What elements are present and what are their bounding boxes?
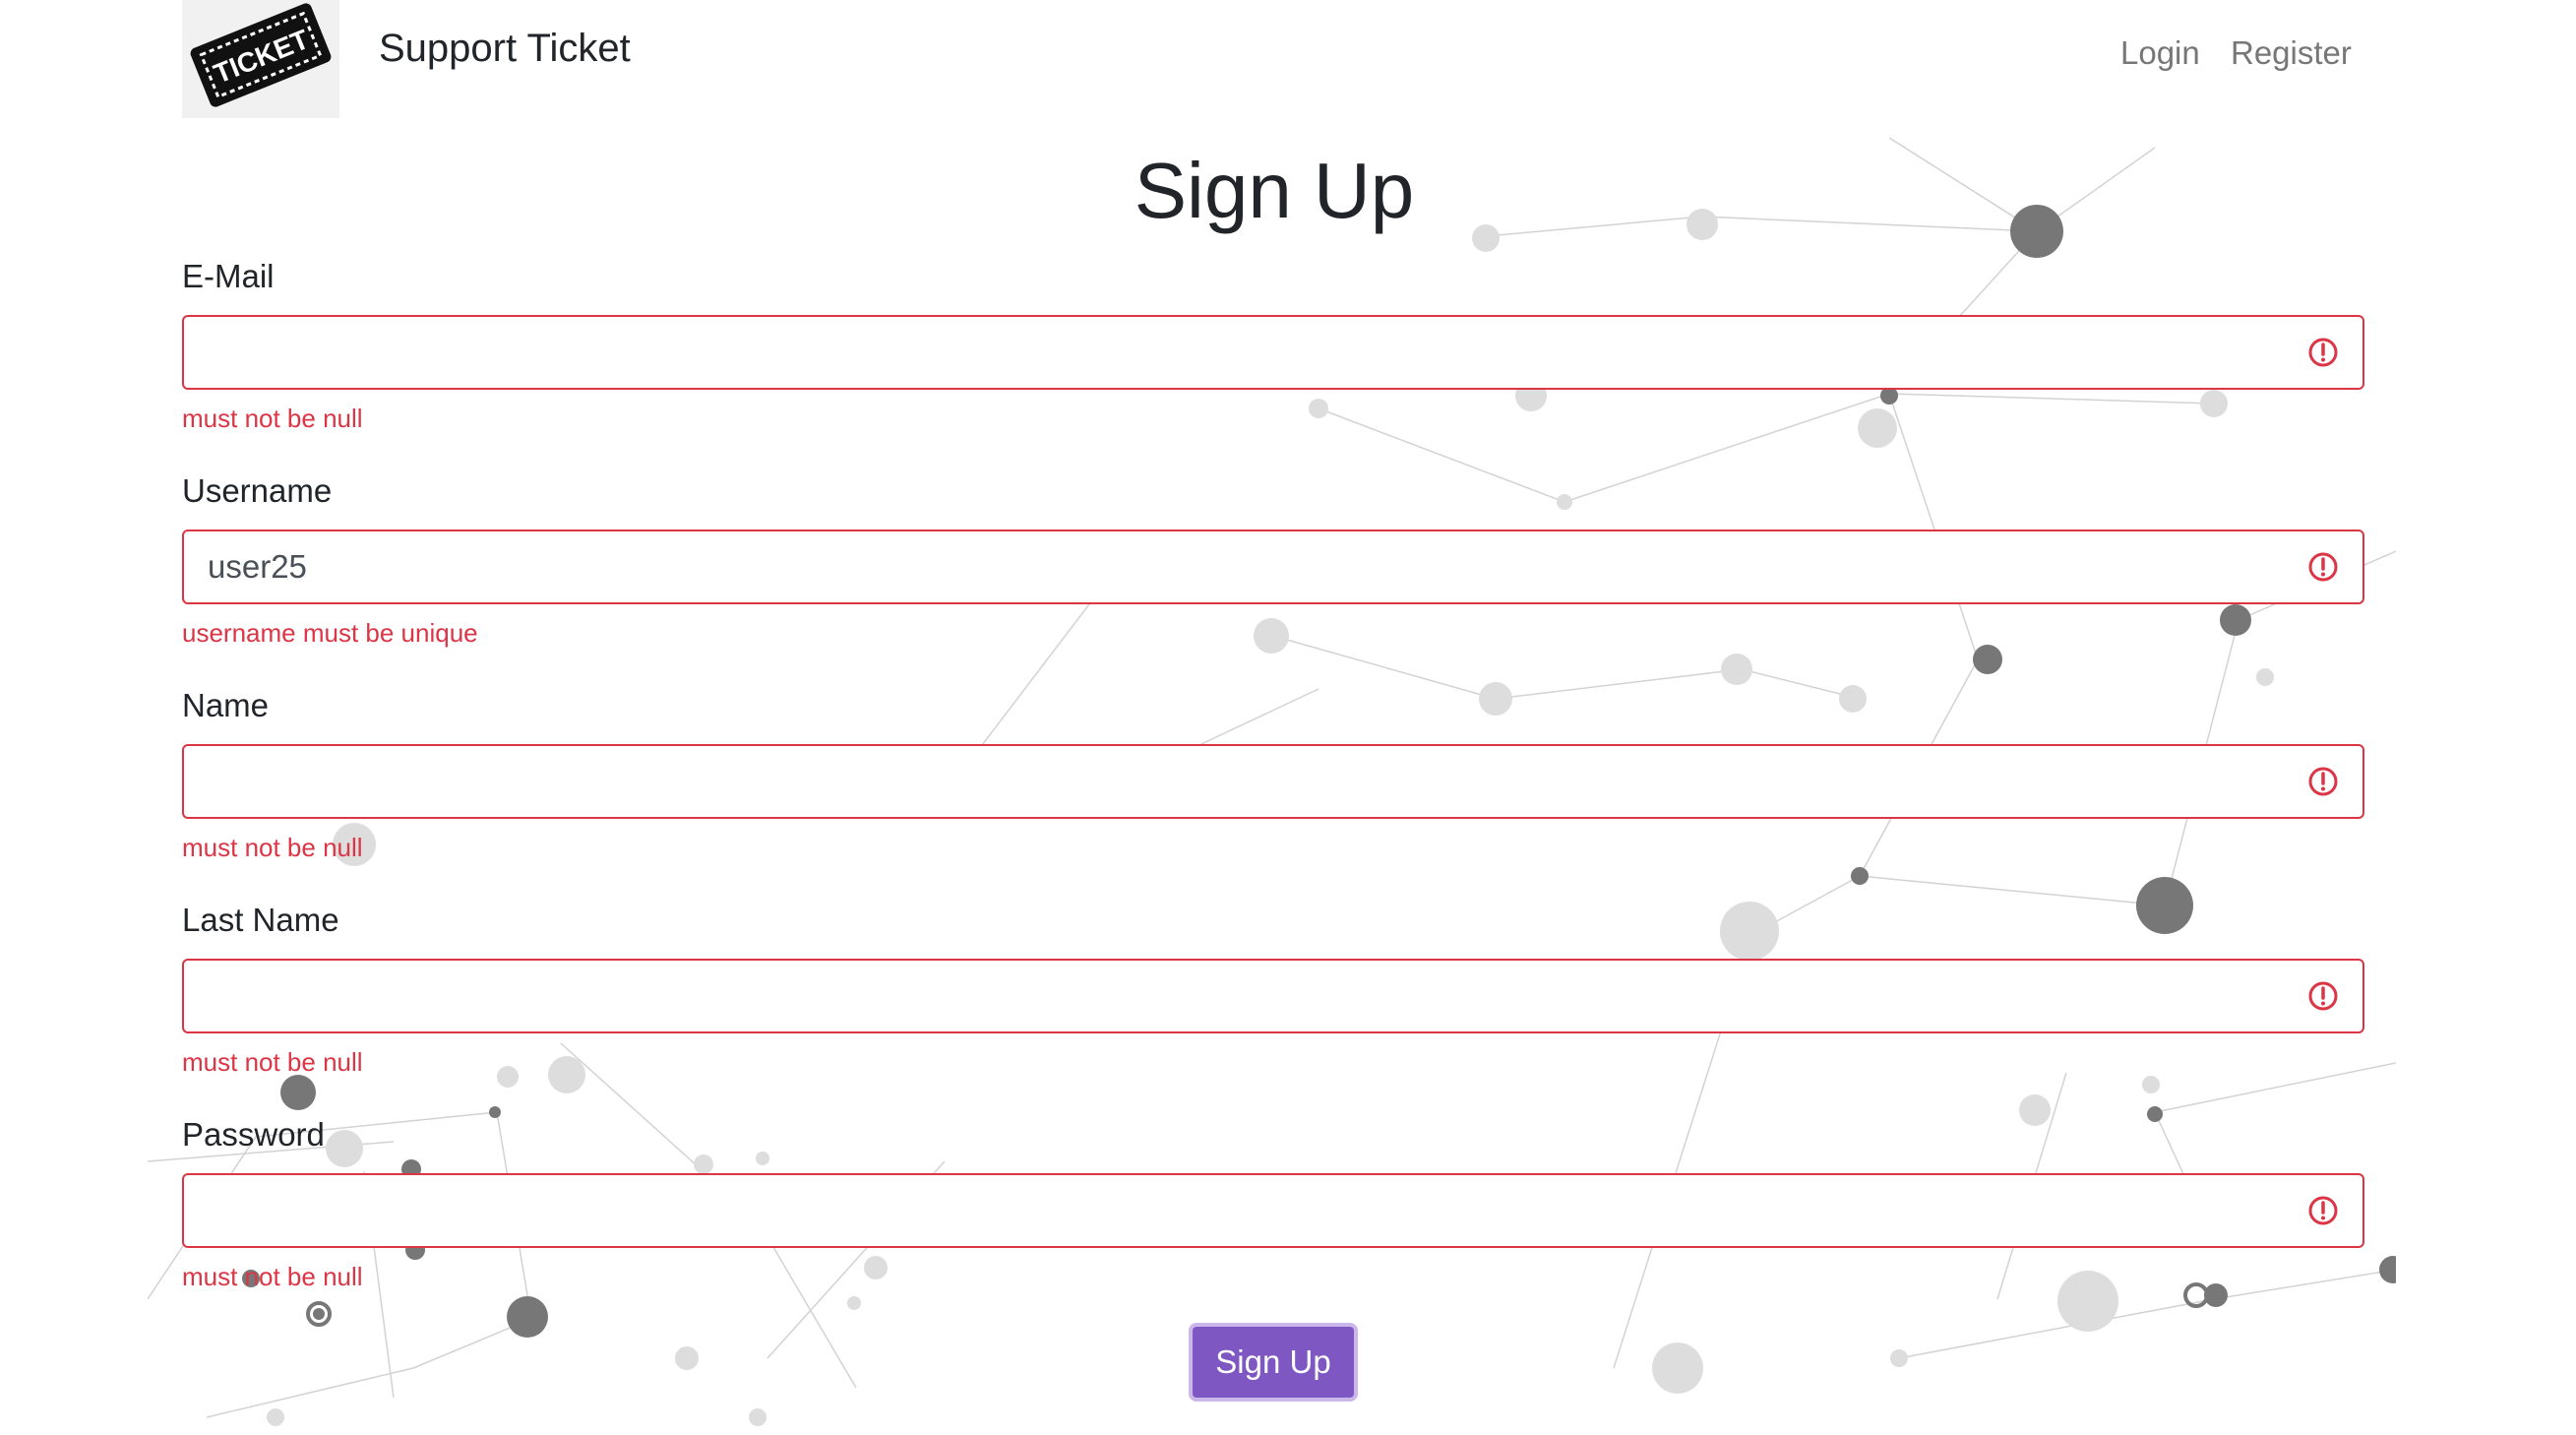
ticket-logo[interactable]: TICKET xyxy=(182,0,339,118)
username-input[interactable] xyxy=(182,530,2364,604)
username-group: Username username must be unique xyxy=(182,470,2364,649)
exclamation-circle-icon xyxy=(2308,552,2338,582)
last-name-group: Last Name must not be null xyxy=(182,900,2364,1078)
name-error: must not be null xyxy=(182,833,363,862)
password-label: Password xyxy=(182,1116,325,1153)
name-input-wrap xyxy=(182,744,2364,819)
nav-register-link[interactable]: Register xyxy=(2231,34,2352,72)
exclamation-circle-icon xyxy=(2308,981,2338,1011)
email-label: E-Mail xyxy=(182,258,275,294)
username-label: Username xyxy=(182,472,333,509)
username-input-wrap xyxy=(182,530,2364,604)
email-input-wrap xyxy=(182,315,2364,390)
nav-login-link[interactable]: Login xyxy=(2120,34,2200,72)
password-input-wrap xyxy=(182,1173,2364,1248)
password-input[interactable] xyxy=(182,1173,2364,1248)
exclamation-circle-icon xyxy=(2308,1196,2338,1225)
exclamation-circle-icon xyxy=(2308,767,2338,796)
ticket-icon: TICKET xyxy=(190,3,332,107)
last-name-input[interactable] xyxy=(182,959,2364,1033)
page-title: Sign Up xyxy=(1134,147,1415,234)
username-error: username must be unique xyxy=(182,618,478,648)
name-label: Name xyxy=(182,687,270,723)
last-name-error: must not be null xyxy=(182,1047,363,1077)
navbar: TICKET Support Ticket Login Register xyxy=(0,0,2576,123)
password-error: must not be null xyxy=(182,1262,363,1291)
exclamation-circle-icon xyxy=(2308,338,2338,367)
sign-up-button[interactable]: Sign Up xyxy=(1189,1323,1358,1402)
email-input[interactable] xyxy=(182,315,2364,390)
name-input[interactable] xyxy=(182,744,2364,819)
password-group: Password must not be null xyxy=(182,1114,2364,1292)
email-group: E-Mail must not be null xyxy=(182,256,2364,434)
last-name-input-wrap xyxy=(182,959,2364,1033)
name-group: Name must not be null xyxy=(182,685,2364,863)
last-name-label: Last Name xyxy=(182,902,339,938)
email-error: must not be null xyxy=(182,404,363,433)
brand-name[interactable]: Support Ticket xyxy=(379,27,631,71)
